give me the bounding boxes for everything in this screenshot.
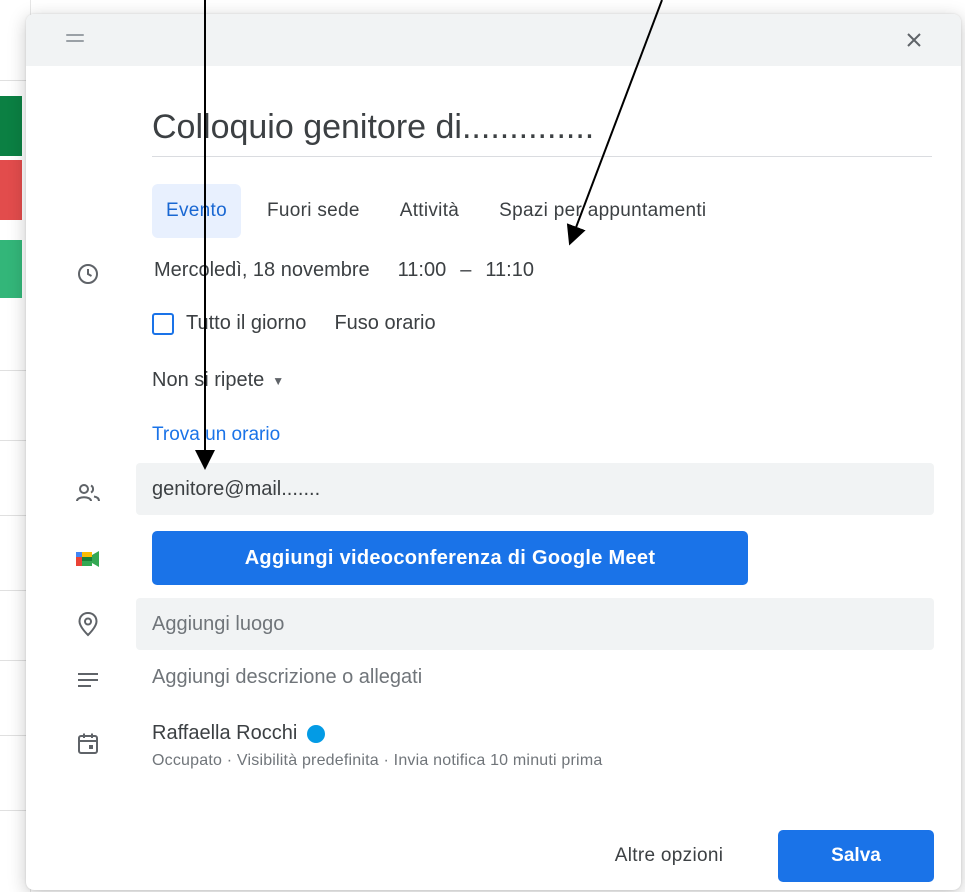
event-type-tabs: Evento Fuori sede Attività Spazi per app… — [152, 184, 720, 238]
tab-spazi-appuntamenti[interactable]: Spazi per appuntamenti — [485, 184, 720, 238]
calendar-color-dot[interactable] — [307, 724, 326, 743]
tab-evento[interactable]: Evento — [152, 184, 241, 238]
date-picker[interactable]: Mercoledì, 18 novembre — [154, 259, 370, 282]
close-button[interactable] — [898, 24, 930, 56]
notes-icon — [74, 666, 102, 694]
calendar-icon — [74, 730, 102, 758]
tab-fuori-sede[interactable]: Fuori sede — [253, 184, 374, 238]
chevron-down-icon: ▼ — [272, 373, 285, 388]
find-time-link[interactable]: Trova un orario — [152, 424, 280, 446]
background-event-chip — [0, 160, 22, 220]
all-day-row: Tutto il giorno Fuso orario — [152, 312, 436, 335]
event-title-input[interactable]: Colloquio genitore di.............. — [152, 104, 932, 157]
repeat-dropdown[interactable]: Non si ripete ▼ — [152, 369, 284, 392]
event-dialog: Colloquio genitore di.............. Even… — [26, 14, 961, 890]
background-event-chip — [0, 240, 22, 298]
tab-attivita[interactable]: Attività — [386, 184, 473, 238]
more-options-button[interactable]: Altre opzioni — [574, 830, 764, 882]
all-day-checkbox[interactable] — [152, 312, 174, 335]
close-icon — [907, 33, 921, 47]
repeat-label: Non si ripete — [152, 369, 265, 391]
calendar-meta[interactable]: Occupato · Visibilità predefinita · Invi… — [152, 752, 602, 770]
all-day-label[interactable]: Tutto il giorno — [186, 312, 306, 335]
calendar-owner-name[interactable]: Raffaella Rocchi — [152, 722, 297, 745]
description-input[interactable]: Aggiungi descrizione o allegati — [152, 666, 422, 689]
calendar-owner-row: Raffaella Rocchi — [152, 722, 326, 745]
location-pin-icon — [74, 610, 102, 638]
location-input[interactable]: Aggiungi luogo — [136, 598, 934, 650]
time-separator: – — [460, 259, 472, 281]
guests-input[interactable]: genitore@mail....... — [136, 463, 934, 515]
timezone-link[interactable]: Fuso orario — [334, 312, 435, 335]
drag-handle-icon[interactable] — [66, 34, 84, 46]
add-google-meet-button[interactable]: Aggiungi videoconferenza di Google Meet — [152, 531, 748, 585]
google-meet-icon — [74, 545, 102, 573]
background-event-chip — [0, 96, 22, 156]
save-button[interactable]: Salva — [778, 830, 934, 882]
start-time-picker[interactable]: 11:00 — [398, 259, 447, 282]
datetime-row: Mercoledì, 18 novembre 11:00 – 11:10 — [154, 259, 534, 282]
clock-icon — [74, 260, 102, 288]
end-time-picker[interactable]: 11:10 — [485, 259, 534, 282]
dialog-header — [26, 14, 961, 66]
people-icon — [74, 479, 102, 507]
